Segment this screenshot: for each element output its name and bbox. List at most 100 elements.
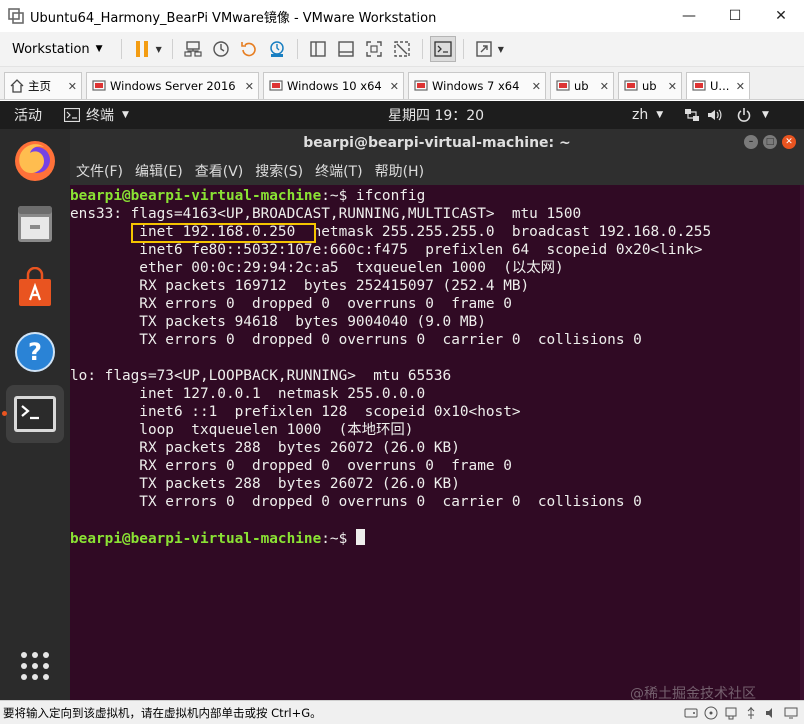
snapshot-button[interactable] xyxy=(208,36,234,62)
app-grid-icon xyxy=(21,652,49,680)
software-bag-icon xyxy=(19,267,51,306)
output-line: lo: flags=73<UP,LOOPBACK,RUNNING> mtu 65… xyxy=(70,368,452,384)
tab-ub-1[interactable]: ub ✕ xyxy=(550,72,614,99)
dock-firefox[interactable] xyxy=(6,131,64,189)
chevron-down-icon: ▼ xyxy=(122,110,129,120)
sidebar-icon xyxy=(310,41,326,57)
snapshot-manager-icon xyxy=(270,41,284,57)
fullscreen-button[interactable] xyxy=(361,36,387,62)
tab-label: Windows 10 x64 xyxy=(287,79,382,93)
sound-icon[interactable] xyxy=(764,706,778,720)
tab-ubuntu-active[interactable]: U... ✕ xyxy=(686,72,750,99)
chevron-down-icon[interactable]: ▼ xyxy=(156,45,162,54)
menu-view[interactable]: 查看(V) xyxy=(195,161,244,181)
menu-edit[interactable]: 编辑(E) xyxy=(135,161,183,181)
output-line: ether 00:0c:29:94:2c:a5 txqueuelen 1000 … xyxy=(70,260,564,276)
fullscreen-icon xyxy=(366,41,382,57)
menu-help[interactable]: 帮助(H) xyxy=(375,161,424,181)
close-icon[interactable]: ✕ xyxy=(68,80,77,93)
toolbar-divider xyxy=(120,39,122,59)
console-view-button[interactable] xyxy=(429,36,456,62)
app-menu[interactable]: 终端 ▼ xyxy=(64,105,129,125)
vm-icon xyxy=(269,80,283,91)
dock-help[interactable]: ? xyxy=(6,323,64,381)
pause-button[interactable] xyxy=(129,36,155,62)
thumbnail-bar-button[interactable] xyxy=(333,36,359,62)
minimize-button[interactable]: — xyxy=(666,0,712,32)
chevron-down-icon: ▼ xyxy=(95,44,103,54)
terminal-maximize-button[interactable]: □ xyxy=(763,135,777,149)
close-icon[interactable]: ✕ xyxy=(736,80,745,93)
network-icon xyxy=(685,109,699,121)
output-line: RX errors 0 dropped 0 overruns 0 frame 0 xyxy=(70,296,512,312)
output-line: inet 127.0.0.1 netmask 255.0.0.0 xyxy=(70,386,426,402)
close-icon[interactable]: ✕ xyxy=(668,80,677,93)
tab-home[interactable]: 主页 ✕ xyxy=(4,72,82,99)
app-name: 终端 xyxy=(86,108,114,124)
pause-icon xyxy=(135,41,148,57)
prompt-user: bearpi@bearpi-virtual-machine xyxy=(70,188,322,204)
close-icon[interactable]: ✕ xyxy=(390,80,399,93)
svg-text:?: ? xyxy=(28,338,42,366)
terminal-minimize-button[interactable]: – xyxy=(744,135,758,149)
output-line: RX packets 169712 bytes 252415097 (252.4… xyxy=(70,278,530,294)
window-titlebar: Ubuntu64_Harmony_BearPi VMware镜像 - VMwar… xyxy=(0,0,804,32)
dock-software[interactable] xyxy=(6,259,64,317)
close-icon[interactable]: ✕ xyxy=(600,80,609,93)
close-icon[interactable]: ✕ xyxy=(532,80,541,93)
terminal-output[interactable]: bearpi@bearpi-virtual-machine :~$ ifconfi… xyxy=(70,185,800,700)
status-message: 要将输入定向到该虚拟机，请在虚拟机内部单击或按 Ctrl+G。 xyxy=(3,705,322,720)
network-adapter-icon[interactable] xyxy=(724,706,738,720)
home-icon xyxy=(10,79,24,93)
close-icon[interactable]: ✕ xyxy=(245,80,254,93)
vmware-statusbar: 要将输入定向到该虚拟机，请在虚拟机内部单击或按 Ctrl+G。 xyxy=(0,700,804,724)
workstation-menu[interactable]: Workstation ▼ xyxy=(12,42,103,57)
menu-terminal[interactable]: 终端(T) xyxy=(315,161,362,181)
usb-icon[interactable] xyxy=(744,706,758,720)
terminal-scrollbar[interactable] xyxy=(800,185,804,700)
cdrom-icon[interactable] xyxy=(704,706,718,720)
menu-file[interactable]: 文件(F) xyxy=(76,161,123,181)
command-text: ifconfig xyxy=(355,188,426,204)
terminal-close-button[interactable]: ✕ xyxy=(782,135,796,149)
stretch-icon xyxy=(476,41,492,57)
maximize-button[interactable]: ☐ xyxy=(712,0,758,32)
tab-label: Windows Server 2016 xyxy=(110,79,236,93)
toolbar-divider xyxy=(421,39,423,59)
dock-terminal[interactable] xyxy=(6,385,64,443)
vm-icon xyxy=(556,80,570,91)
revert-snapshot-button[interactable] xyxy=(236,36,262,62)
display-icon[interactable] xyxy=(784,706,798,720)
menu-search[interactable]: 搜索(S) xyxy=(255,161,303,181)
snapshot-manager-button[interactable] xyxy=(264,36,290,62)
tab-windows-10-x64[interactable]: Windows 10 x64 ✕ xyxy=(263,72,404,99)
chevron-down-icon[interactable]: ▼ xyxy=(498,45,504,54)
output-line: TX packets 94618 bytes 9004040 (9.0 MB) xyxy=(70,314,486,330)
output-line: TX packets 288 bytes 26072 (26.0 KB) xyxy=(70,476,460,492)
prompt-line: bearpi@bearpi-virtual-machine:~$ ifconfi… xyxy=(70,187,425,205)
system-menu[interactable]: ▼ xyxy=(684,107,769,123)
toolbar-divider xyxy=(462,39,464,59)
tab-windows-server-2016[interactable]: Windows Server 2016 ✕ xyxy=(86,72,259,99)
close-button[interactable]: ✕ xyxy=(758,0,804,32)
harddisk-icon[interactable] xyxy=(684,706,698,720)
terminal-icon xyxy=(434,41,452,57)
tab-windows-7-x64[interactable]: Windows 7 x64 ✕ xyxy=(408,72,546,99)
chevron-down-icon: ▼ xyxy=(656,110,664,120)
send-ctrl-alt-del-button[interactable] xyxy=(180,36,206,62)
unity-mode-button[interactable] xyxy=(389,36,415,62)
clock[interactable]: 星期四 19：20 xyxy=(388,105,484,125)
activities-button[interactable]: 活动 xyxy=(14,105,64,125)
clock-icon xyxy=(213,41,229,57)
prompt-suffix: :~$ xyxy=(321,531,356,547)
input-method-menu[interactable]: zh ▼ xyxy=(632,107,663,123)
dock-files[interactable] xyxy=(6,195,64,253)
terminal-titlebar: bearpi@bearpi-virtual-machine: ~ – □ ✕ xyxy=(70,129,804,157)
stretch-guest-button[interactable] xyxy=(471,36,497,62)
show-applications-button[interactable] xyxy=(6,637,64,695)
toolbar-divider xyxy=(171,39,173,59)
tab-ub-2[interactable]: ub ✕ xyxy=(618,72,682,99)
output-line: loop txqueuelen 1000 (本地环回) xyxy=(70,422,414,438)
show-library-button[interactable] xyxy=(305,36,331,62)
toolbar-divider xyxy=(296,39,298,59)
